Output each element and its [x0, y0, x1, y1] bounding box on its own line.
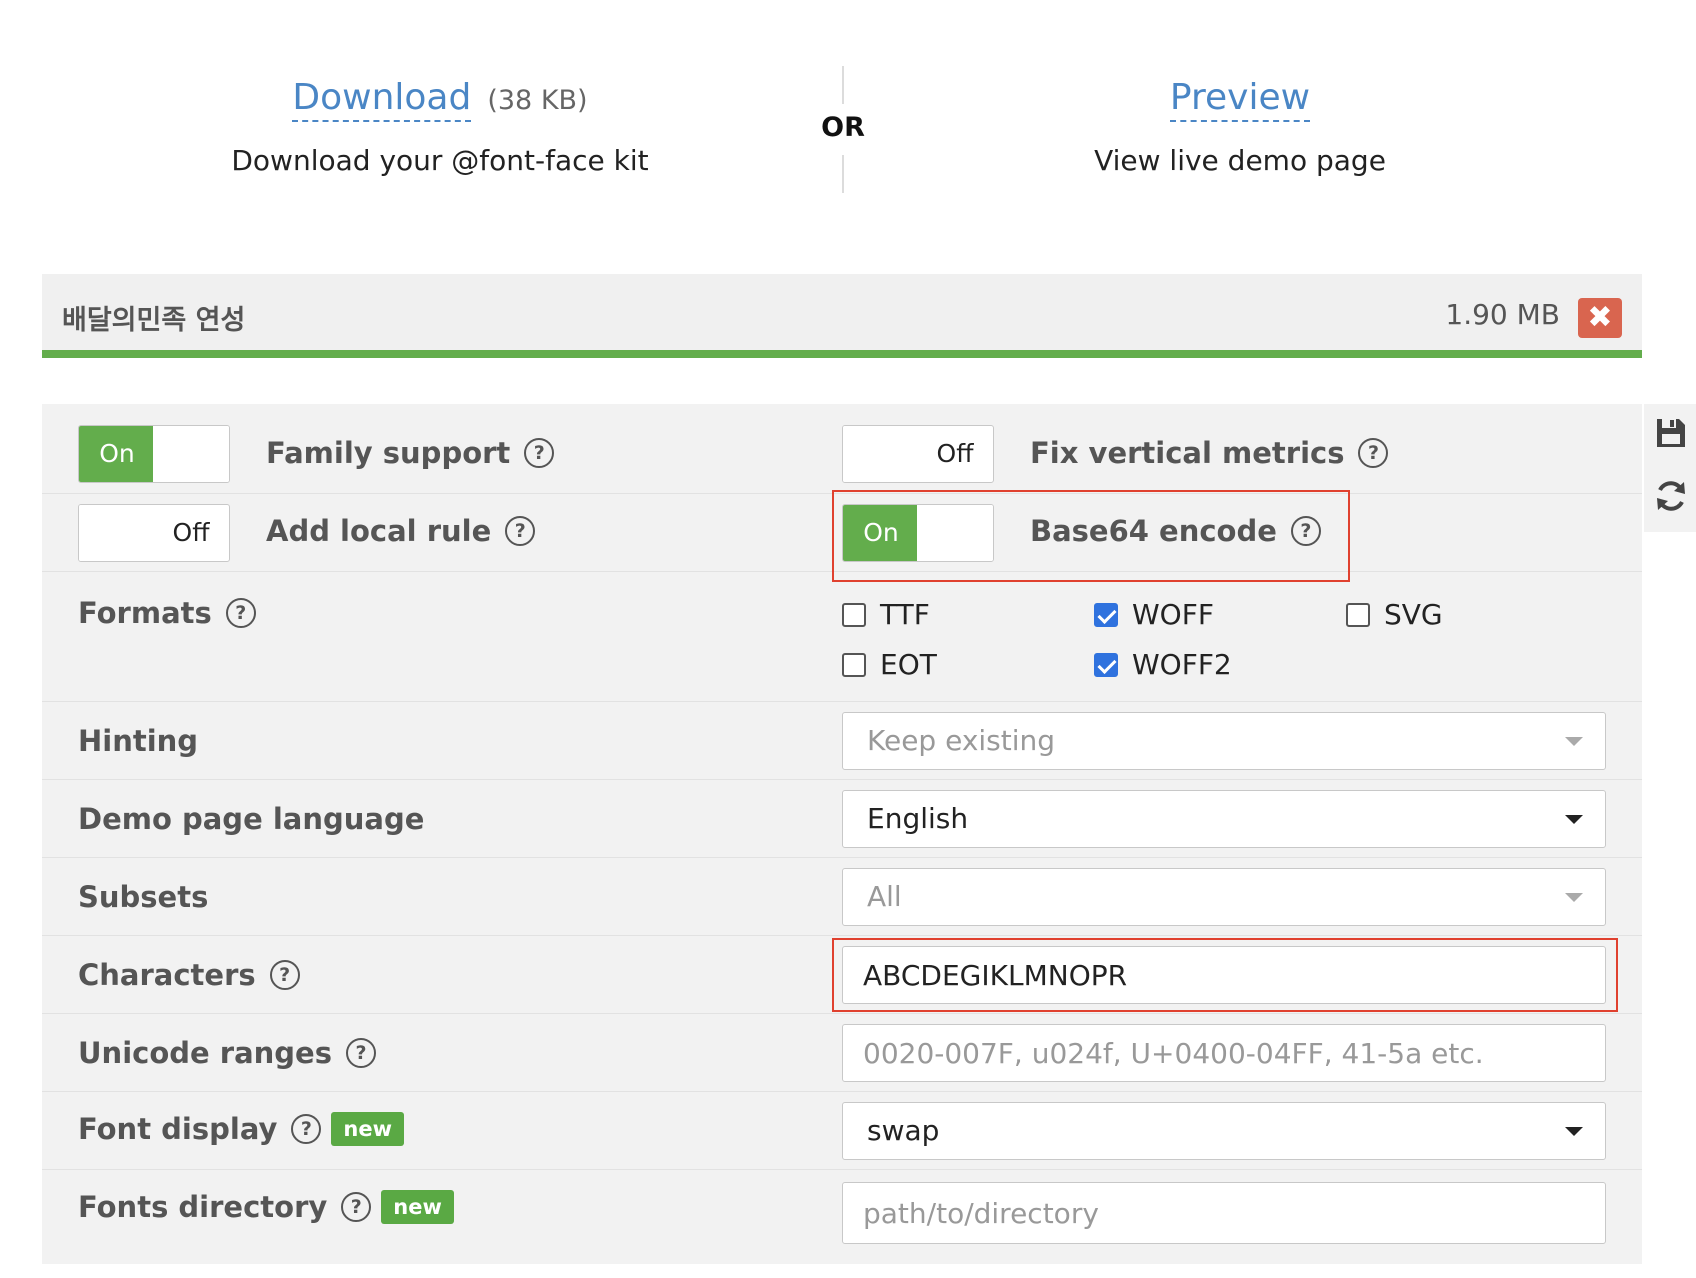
- hinting-row: Hinting Keep existing: [42, 702, 1642, 780]
- save-icon[interactable]: [1654, 416, 1688, 452]
- fonts-directory-row: Fonts directory ? new: [42, 1170, 1642, 1264]
- toggle-on-label: On: [843, 505, 919, 561]
- checkbox[interactable]: [842, 652, 866, 677]
- help-icon[interactable]: ?: [524, 438, 555, 468]
- side-toolbar: [1644, 404, 1696, 532]
- hinting-label: Hinting: [78, 724, 199, 758]
- format-checkbox-woff2[interactable]: WOFF2: [1094, 648, 1232, 681]
- checkbox[interactable]: [1346, 602, 1370, 627]
- toggle-off-label: Off: [936, 439, 974, 468]
- characters-label: Characters ?: [78, 958, 300, 992]
- font-display-row: Font display ? new swap: [42, 1092, 1642, 1170]
- download-preview-section: Download (38 KB) Download your @font-fac…: [0, 0, 1696, 260]
- base64-encode-label: Base64 encode ?: [1030, 514, 1321, 548]
- fix-vertical-metrics-toggle[interactable]: Off: [842, 425, 994, 483]
- remove-font-button[interactable]: ✖: [1578, 298, 1622, 338]
- fix-vertical-metrics-label: Fix vertical metrics ?: [1030, 436, 1389, 470]
- close-icon: ✖: [1587, 300, 1613, 335]
- subsets-row: Subsets All: [42, 858, 1642, 936]
- checkbox[interactable]: [1094, 602, 1118, 627]
- settings-row-2: Off Add local rule ? On Base64 encode ?: [42, 494, 1642, 572]
- chevron-down-icon: [1565, 737, 1583, 746]
- help-icon[interactable]: ?: [345, 1038, 376, 1068]
- help-icon[interactable]: ?: [269, 960, 300, 990]
- settings-panel: On Family support ? Off Fix vertical met…: [42, 404, 1642, 1264]
- fonts-directory-input[interactable]: [842, 1182, 1606, 1244]
- format-checkbox-ttf[interactable]: TTF: [842, 598, 930, 631]
- add-local-rule-toggle[interactable]: Off: [78, 504, 230, 562]
- download-block: Download (38 KB) Download your @font-fac…: [140, 78, 740, 177]
- help-icon[interactable]: ?: [1358, 438, 1389, 468]
- help-icon[interactable]: ?: [225, 598, 256, 628]
- format-checkbox-woff[interactable]: WOFF: [1094, 598, 1214, 631]
- help-icon[interactable]: ?: [1290, 516, 1321, 546]
- fonts-directory-label: Fonts directory ? new: [78, 1190, 454, 1224]
- demo-language-select[interactable]: English: [842, 790, 1606, 848]
- unicode-ranges-input[interactable]: [842, 1024, 1606, 1082]
- font-file-size: 1.90 MB: [1445, 298, 1560, 331]
- unicode-ranges-label: Unicode ranges ?: [78, 1036, 376, 1070]
- preview-link[interactable]: Preview: [1169, 78, 1311, 122]
- subsets-label: Subsets: [78, 880, 209, 914]
- font-name: 배달의민족 연성: [62, 305, 246, 336]
- toggle-on-label: On: [79, 426, 155, 482]
- toggle-off-label: Off: [172, 518, 210, 547]
- new-badge: new: [381, 1190, 454, 1224]
- family-support-label: Family support ?: [266, 436, 555, 470]
- demo-language-row: Demo page language English: [42, 780, 1642, 858]
- preview-block: Preview View live demo page: [940, 78, 1540, 177]
- formats-label: Formats ?: [78, 596, 256, 630]
- or-divider-top: [842, 66, 844, 104]
- download-subtitle: Download your @font-face kit: [231, 144, 649, 177]
- subsets-select[interactable]: All: [842, 868, 1606, 926]
- format-checkbox-svg[interactable]: SVG: [1346, 598, 1443, 631]
- font-display-select[interactable]: swap: [842, 1102, 1606, 1160]
- refresh-icon[interactable]: [1654, 478, 1688, 514]
- help-icon[interactable]: ?: [291, 1114, 322, 1144]
- characters-row: Characters ?: [42, 936, 1642, 1014]
- settings-row-1: On Family support ? Off Fix vertical met…: [42, 404, 1642, 494]
- chevron-down-icon: [1565, 893, 1583, 902]
- font-header-bar: 배달의민족 연성 1.90 MB ✖: [42, 274, 1642, 358]
- download-link[interactable]: Download: [292, 78, 472, 122]
- chevron-down-icon: [1565, 815, 1583, 824]
- characters-input[interactable]: [842, 946, 1606, 1004]
- demo-language-label: Demo page language: [78, 802, 425, 836]
- format-checkbox-eot[interactable]: EOT: [842, 648, 937, 681]
- add-local-rule-label: Add local rule ?: [266, 514, 536, 548]
- help-icon[interactable]: ?: [341, 1192, 372, 1222]
- base64-encode-toggle[interactable]: On: [842, 504, 994, 562]
- new-badge: new: [331, 1112, 404, 1146]
- help-icon[interactable]: ?: [505, 516, 536, 546]
- checkbox[interactable]: [842, 602, 866, 627]
- or-label: OR: [821, 112, 865, 143]
- or-divider-bottom: [842, 155, 844, 193]
- family-support-toggle[interactable]: On: [78, 425, 230, 483]
- formats-row: Formats ? TTF WOFF SVG EOT WOFF2: [42, 572, 1642, 702]
- preview-subtitle: View live demo page: [1094, 144, 1386, 177]
- unicode-ranges-row: Unicode ranges ?: [42, 1014, 1642, 1092]
- download-size: (38 KB): [487, 85, 588, 116]
- hinting-select[interactable]: Keep existing: [842, 712, 1606, 770]
- chevron-down-icon: [1565, 1127, 1583, 1136]
- font-display-label: Font display ? new: [78, 1112, 404, 1146]
- checkbox[interactable]: [1094, 652, 1118, 677]
